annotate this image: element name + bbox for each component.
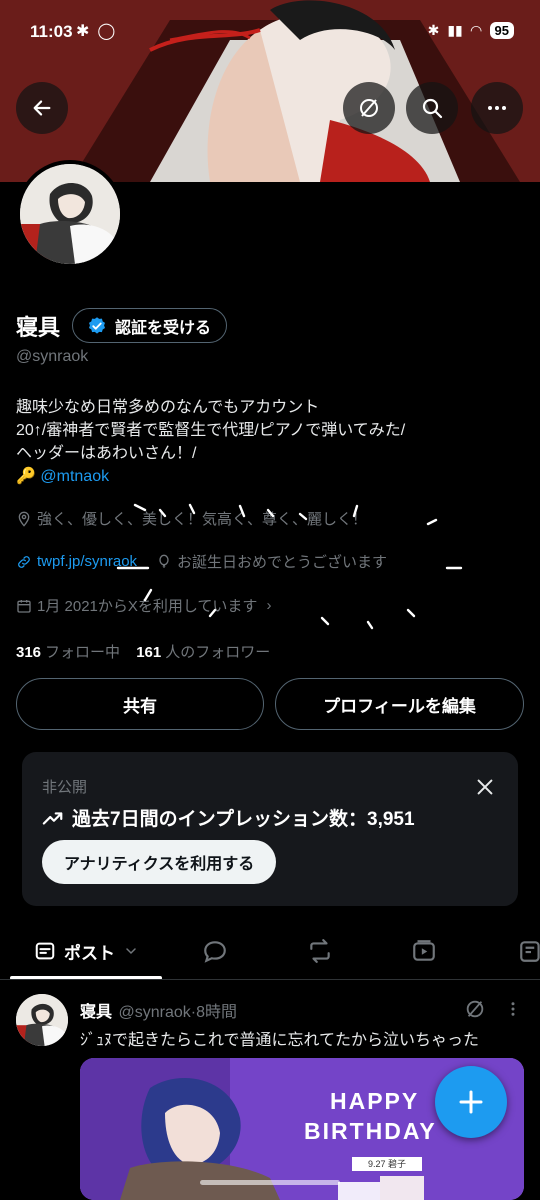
search-button[interactable] — [406, 82, 458, 134]
get-verified-label: 認証を受ける — [115, 319, 212, 337]
bio-line-1: 趣味少なめ日常多めのなんでもアカウント — [16, 399, 320, 416]
use-analytics-button[interactable]: アナリティクスを利用する — [42, 840, 277, 884]
followers-link[interactable]: 161 人のフォロワー — [136, 644, 270, 661]
article-icon — [520, 941, 540, 962]
tabs-divider — [0, 979, 540, 980]
private-label: 非公開 — [42, 779, 88, 796]
more-icon — [488, 106, 506, 110]
followers-label: 人のフォロワー — [165, 644, 271, 661]
status-bar: 11:03 ✱ ◯ ✱ ▮▮ ◠ 95 — [0, 18, 540, 48]
balloon-icon — [159, 554, 169, 568]
tab-posts[interactable]: ポスト — [34, 925, 139, 977]
bio-line-4: 🔑 @mtnaok — [16, 465, 405, 488]
more-button[interactable] — [471, 82, 523, 134]
back-arrow-icon — [33, 100, 51, 116]
post-more-button[interactable] — [504, 998, 522, 1025]
status-right-icons: ✱ ▮▮ ◠ 95 — [428, 22, 514, 39]
tab-videos[interactable] — [411, 925, 437, 977]
website-birthday-row: twpf.jp/synraok お誕生日おめでとうございます — [16, 551, 387, 572]
signal-icon: ▮▮ — [447, 22, 463, 38]
chevron-down-icon — [126, 948, 136, 955]
lock-rotation-icon: ◯ — [97, 23, 116, 40]
more-vertical-icon — [511, 1002, 515, 1016]
post-header: 寝具 @synraok·8時間 — [80, 1004, 237, 1021]
edit-profile-button[interactable]: プロフィールを編集 — [275, 678, 524, 730]
tab-replies[interactable] — [202, 925, 228, 977]
key-emoji: 🔑 — [16, 468, 36, 485]
tab-posts-label: ポスト — [64, 943, 115, 963]
following-label: フォロー中 — [45, 644, 121, 661]
username-handle: @synraok — [16, 348, 89, 365]
grok-icon — [360, 99, 378, 117]
profile-avatar[interactable] — [16, 160, 124, 268]
name-row: 寝具 認証を受ける — [16, 308, 228, 343]
home-indicator — [200, 1180, 340, 1185]
location-text: 強く、優しく、美しく！気高く、尊く、麗しく！ — [37, 511, 368, 528]
plus-icon — [459, 1090, 483, 1114]
bio-mention-link[interactable]: @mtnaok — [40, 468, 109, 485]
impressions-row: 過去7日間のインプレッション数：3,951 — [42, 804, 415, 831]
joined-text: 1月 2021からXを利用しています — [37, 598, 258, 615]
reply-icon — [204, 941, 226, 963]
link-icon — [18, 555, 30, 568]
close-icon — [477, 779, 493, 795]
wifi-icon: ◠ — [470, 22, 482, 38]
tab-articles[interactable] — [518, 925, 540, 977]
location-pin-icon — [18, 511, 30, 527]
grok-icon — [466, 1000, 484, 1018]
avatar-image — [20, 164, 120, 264]
joined-row[interactable]: 1月 2021からXを利用しています › — [16, 595, 271, 616]
profile-tabs: ポスト — [0, 925, 540, 980]
bio-line-2: 20↑/審神者で賢者で監督生で代理/ピアノで弾いてみた/ — [16, 422, 406, 439]
bio: 趣味少なめ日常多めのなんでもアカウント 20↑/審神者で賢者で監督生で代理/ピアノ… — [16, 396, 405, 488]
birthday-text: お誕生日おめでとうございます — [177, 554, 388, 571]
compose-post-button[interactable] — [435, 1066, 507, 1138]
following-count: 316 — [16, 644, 42, 661]
status-left-icons: ✱ ◯ — [76, 21, 115, 41]
share-profile-button[interactable]: 共有 — [16, 678, 264, 730]
followers-count: 161 — [136, 644, 162, 661]
image-text-birthday: BIRTHDAY — [304, 1118, 437, 1144]
trend-up-icon — [42, 811, 63, 825]
website-link[interactable]: twpf.jp/synraok — [37, 553, 137, 570]
verified-badge-icon — [89, 316, 106, 334]
analytics-card: 非公開 過去7日間のインプレッション数：3,951 アナリティクスを利用する — [22, 752, 518, 906]
repost-icon — [310, 939, 330, 963]
bio-line-3: ヘッダーはあわいさん！/ — [16, 445, 197, 462]
posts-icon — [35, 942, 55, 960]
image-text-happy: HAPPY — [330, 1088, 420, 1114]
calendar-icon — [17, 599, 31, 613]
impressions-text: 過去7日間のインプレッション数：3,951 — [72, 809, 415, 830]
post-text: ｼﾞｭﾇで起きたらこれで普通に忘れてたから泣いちゃった — [80, 1032, 480, 1049]
tab-reposts[interactable] — [307, 925, 333, 977]
profile-screen: { "status_bar": {"time": "11:03", "batte… — [0, 0, 540, 1200]
display-name: 寝具 — [16, 314, 61, 340]
chevron-right-icon: › — [266, 597, 272, 614]
location-row: 強く、優しく、美しく！気高く、尊く、麗しく！ — [16, 508, 367, 529]
back-button[interactable] — [16, 82, 68, 134]
post-author-handle: @synraok — [118, 1004, 191, 1021]
video-icon — [413, 940, 435, 961]
following-link[interactable]: 316 フォロー中 — [16, 644, 120, 661]
flower-icon: ✱ — [76, 23, 90, 40]
image-caption: 9.27 碧子 — [352, 1157, 422, 1171]
search-icon — [422, 98, 443, 119]
get-verified-button[interactable]: 認証を受ける — [72, 308, 228, 343]
status-time: 11:03 — [30, 22, 73, 41]
post-author-name: 寝具 — [80, 1004, 113, 1021]
grok-button[interactable] — [343, 82, 395, 134]
follow-stats: 316 フォロー中 161 人のフォロワー — [16, 641, 270, 662]
bluetooth-icon: ✱ — [427, 22, 440, 38]
close-card-button[interactable] — [474, 776, 496, 803]
post-grok-button[interactable] — [464, 998, 486, 1025]
battery-indicator: 95 — [489, 22, 514, 39]
post-time: 8時間 — [196, 1004, 237, 1021]
post-avatar[interactable] — [16, 994, 68, 1046]
